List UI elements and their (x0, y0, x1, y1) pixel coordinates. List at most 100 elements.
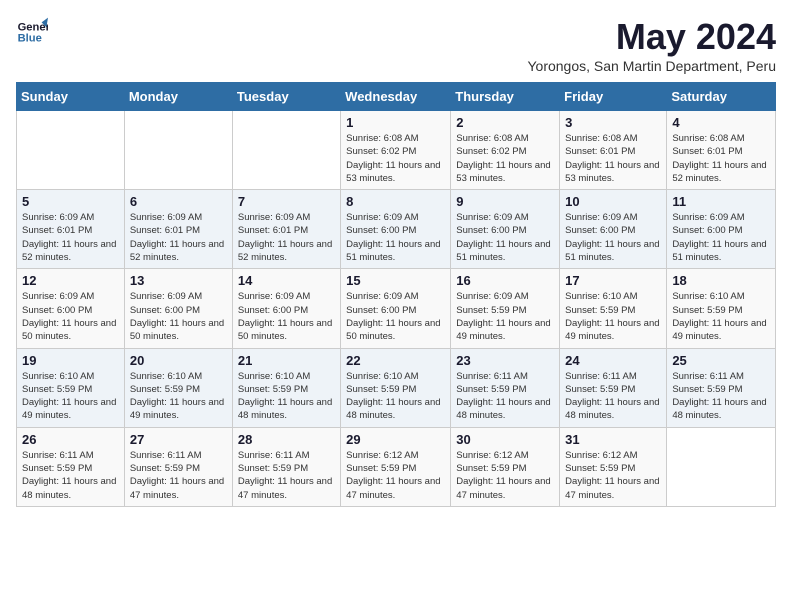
day-number: 30 (456, 432, 554, 447)
calendar-week-row: 12Sunrise: 6:09 AMSunset: 6:00 PMDayligh… (17, 269, 776, 348)
day-info: Sunrise: 6:12 AMSunset: 5:59 PMDaylight:… (346, 449, 445, 502)
day-info: Sunrise: 6:09 AMSunset: 6:00 PMDaylight:… (672, 211, 770, 264)
header-sunday: Sunday (17, 83, 125, 111)
calendar-cell: 30 Sunrise: 6:12 AMSunset: 5:59 PMDayligh… (451, 427, 560, 506)
day-number: 5 (22, 194, 119, 209)
header-wednesday: Wednesday (341, 83, 451, 111)
day-info: Sunrise: 6:10 AMSunset: 5:59 PMDaylight:… (130, 370, 227, 423)
day-number: 21 (238, 353, 335, 368)
day-info: Sunrise: 6:11 AMSunset: 5:59 PMDaylight:… (565, 370, 661, 423)
day-number: 9 (456, 194, 554, 209)
header-saturday: Saturday (667, 83, 776, 111)
calendar-cell: 11 Sunrise: 6:09 AMSunset: 6:00 PMDayligh… (667, 190, 776, 269)
day-number: 4 (672, 115, 770, 130)
day-number: 28 (238, 432, 335, 447)
svg-text:Blue: Blue (18, 33, 42, 45)
calendar-cell: 17 Sunrise: 6:10 AMSunset: 5:59 PMDayligh… (560, 269, 667, 348)
day-number: 24 (565, 353, 661, 368)
day-info: Sunrise: 6:09 AMSunset: 6:00 PMDaylight:… (238, 290, 335, 343)
day-info: Sunrise: 6:11 AMSunset: 5:59 PMDaylight:… (238, 449, 335, 502)
calendar-cell: 1 Sunrise: 6:08 AMSunset: 6:02 PMDaylight… (341, 111, 451, 190)
day-info: Sunrise: 6:11 AMSunset: 5:59 PMDaylight:… (456, 370, 554, 423)
day-info: Sunrise: 6:09 AMSunset: 5:59 PMDaylight:… (456, 290, 554, 343)
calendar-cell: 6 Sunrise: 6:09 AMSunset: 6:01 PMDaylight… (124, 190, 232, 269)
day-info: Sunrise: 6:11 AMSunset: 5:59 PMDaylight:… (130, 449, 227, 502)
calendar-cell: 14 Sunrise: 6:09 AMSunset: 6:00 PMDayligh… (232, 269, 340, 348)
day-info: Sunrise: 6:10 AMSunset: 5:59 PMDaylight:… (238, 370, 335, 423)
header-monday: Monday (124, 83, 232, 111)
calendar-header-row: Sunday Monday Tuesday Wednesday Thursday… (17, 83, 776, 111)
day-info: Sunrise: 6:11 AMSunset: 5:59 PMDaylight:… (672, 370, 770, 423)
calendar-cell: 25 Sunrise: 6:11 AMSunset: 5:59 PMDayligh… (667, 348, 776, 427)
calendar-cell: 24 Sunrise: 6:11 AMSunset: 5:59 PMDayligh… (560, 348, 667, 427)
day-info: Sunrise: 6:10 AMSunset: 5:59 PMDaylight:… (22, 370, 119, 423)
calendar-cell: 23 Sunrise: 6:11 AMSunset: 5:59 PMDayligh… (451, 348, 560, 427)
day-info: Sunrise: 6:08 AMSunset: 6:02 PMDaylight:… (456, 132, 554, 185)
header-thursday: Thursday (451, 83, 560, 111)
day-info: Sunrise: 6:10 AMSunset: 5:59 PMDaylight:… (672, 290, 770, 343)
calendar-cell: 3 Sunrise: 6:08 AMSunset: 6:01 PMDaylight… (560, 111, 667, 190)
day-number: 6 (130, 194, 227, 209)
day-number: 16 (456, 273, 554, 288)
calendar-cell: 12Sunrise: 6:09 AMSunset: 6:00 PMDayligh… (17, 269, 125, 348)
day-number: 11 (672, 194, 770, 209)
day-number: 17 (565, 273, 661, 288)
calendar-cell: 9 Sunrise: 6:09 AMSunset: 6:00 PMDaylight… (451, 190, 560, 269)
title-area: May 2024 Yorongos, San Martin Department… (527, 16, 776, 74)
calendar-cell: 20 Sunrise: 6:10 AMSunset: 5:59 PMDayligh… (124, 348, 232, 427)
calendar-cell: 26Sunrise: 6:11 AMSunset: 5:59 PMDayligh… (17, 427, 125, 506)
day-info: Sunrise: 6:09 AMSunset: 6:01 PMDaylight:… (238, 211, 335, 264)
day-number: 8 (346, 194, 445, 209)
calendar-cell: 29 Sunrise: 6:12 AMSunset: 5:59 PMDayligh… (341, 427, 451, 506)
day-number: 31 (565, 432, 661, 447)
day-number: 25 (672, 353, 770, 368)
day-info: Sunrise: 6:10 AMSunset: 5:59 PMDaylight:… (565, 290, 661, 343)
calendar-week-row: 26Sunrise: 6:11 AMSunset: 5:59 PMDayligh… (17, 427, 776, 506)
calendar-cell (17, 111, 125, 190)
calendar-cell (124, 111, 232, 190)
day-number: 18 (672, 273, 770, 288)
calendar-cell: 8 Sunrise: 6:09 AMSunset: 6:00 PMDaylight… (341, 190, 451, 269)
calendar-cell: 19Sunrise: 6:10 AMSunset: 5:59 PMDayligh… (17, 348, 125, 427)
day-number: 14 (238, 273, 335, 288)
calendar-cell: 10 Sunrise: 6:09 AMSunset: 6:00 PMDayligh… (560, 190, 667, 269)
day-number: 1 (346, 115, 445, 130)
day-number: 3 (565, 115, 661, 130)
calendar-cell: 18 Sunrise: 6:10 AMSunset: 5:59 PMDayligh… (667, 269, 776, 348)
day-number: 13 (130, 273, 227, 288)
day-info: Sunrise: 6:09 AMSunset: 6:01 PMDaylight:… (22, 211, 119, 264)
day-info: Sunrise: 6:09 AMSunset: 6:00 PMDaylight:… (565, 211, 661, 264)
calendar-table: Sunday Monday Tuesday Wednesday Thursday… (16, 82, 776, 507)
calendar-cell: 13Sunrise: 6:09 AMSunset: 6:00 PMDayligh… (124, 269, 232, 348)
calendar-cell: 28 Sunrise: 6:11 AMSunset: 5:59 PMDayligh… (232, 427, 340, 506)
day-number: 29 (346, 432, 445, 447)
day-info: Sunrise: 6:08 AMSunset: 6:01 PMDaylight:… (565, 132, 661, 185)
day-info: Sunrise: 6:09 AMSunset: 6:00 PMDaylight:… (346, 211, 445, 264)
day-number: 22 (346, 353, 445, 368)
day-info: Sunrise: 6:09 AMSunset: 6:00 PMDaylight:… (22, 290, 119, 343)
month-title: May 2024 (527, 16, 776, 58)
day-info: Sunrise: 6:12 AMSunset: 5:59 PMDaylight:… (565, 449, 661, 502)
calendar-cell: 5 Sunrise: 6:09 AMSunset: 6:01 PMDaylight… (17, 190, 125, 269)
calendar-cell: 22 Sunrise: 6:10 AMSunset: 5:59 PMDayligh… (341, 348, 451, 427)
calendar-cell: 4 Sunrise: 6:08 AMSunset: 6:01 PMDaylight… (667, 111, 776, 190)
logo: General Blue (16, 16, 48, 48)
day-info: Sunrise: 6:09 AMSunset: 6:00 PMDaylight:… (456, 211, 554, 264)
day-info: Sunrise: 6:10 AMSunset: 5:59 PMDaylight:… (346, 370, 445, 423)
day-info: Sunrise: 6:08 AMSunset: 6:02 PMDaylight:… (346, 132, 445, 185)
day-info: Sunrise: 6:08 AMSunset: 6:01 PMDaylight:… (672, 132, 770, 185)
calendar-cell: 15Sunrise: 6:09 AMSunset: 6:00 PMDayligh… (341, 269, 451, 348)
header-friday: Friday (560, 83, 667, 111)
calendar-cell (232, 111, 340, 190)
day-number: 23 (456, 353, 554, 368)
day-info: Sunrise: 6:12 AMSunset: 5:59 PMDaylight:… (456, 449, 554, 502)
day-info: Sunrise: 6:09 AMSunset: 6:01 PMDaylight:… (130, 211, 227, 264)
calendar-cell: 27Sunrise: 6:11 AMSunset: 5:59 PMDayligh… (124, 427, 232, 506)
calendar-cell: 2Sunrise: 6:08 AMSunset: 6:02 PMDaylight… (451, 111, 560, 190)
day-number: 10 (565, 194, 661, 209)
calendar-cell: 7Sunrise: 6:09 AMSunset: 6:01 PMDaylight… (232, 190, 340, 269)
calendar-cell: 31 Sunrise: 6:12 AMSunset: 5:59 PMDayligh… (560, 427, 667, 506)
calendar-week-row: 5 Sunrise: 6:09 AMSunset: 6:01 PMDaylight… (17, 190, 776, 269)
logo-icon: General Blue (16, 16, 48, 48)
day-number: 20 (130, 353, 227, 368)
